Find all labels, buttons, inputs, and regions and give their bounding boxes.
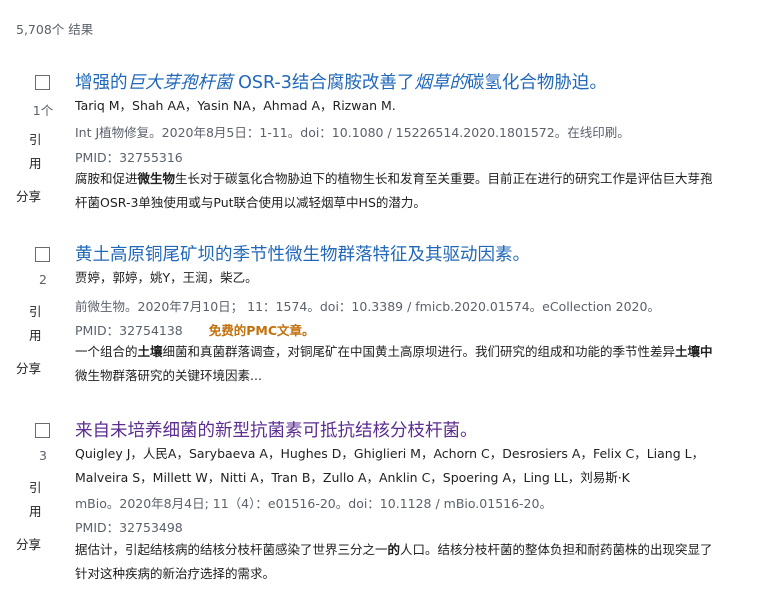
article-title-link[interactable]: 来自未培养细菌的新型抗菌素可抵抗结核分枝杆菌。 [75,420,478,442]
text-segment: 碳氢化合物胁迫。 [466,73,607,93]
article-snippet: 腐胺和促进微生物生长对于碳氢化合物胁迫下的植物生长和发育至关重要。目前正在进行的… [75,167,725,215]
text-segment: 增强的 [75,73,128,93]
cite-button[interactable]: 引用 [29,128,45,176]
article-citation: mBio。2020年8月4日; 11（4）：e01516-20。doi：10.1… [75,496,552,511]
text-segment: 据估计，引起结核病的结核分枝杆菌感染了世界三分之一 [75,542,388,557]
text-segment: 腐胺和促进 [75,171,138,186]
highlight-text: 微生物 [137,171,176,186]
pmid-text: PMID：32754138 [75,323,183,338]
text-segment: OSR-3结合腐胺改善了 [232,73,415,93]
cite-button[interactable]: 引用 [29,300,45,348]
result-number: 1个 [32,103,54,118]
select-checkbox[interactable] [35,423,50,438]
pmid-text: PMID：32755316 [75,150,183,165]
share-button[interactable]: 分享 [16,186,41,205]
highlight-text: 土壤中 [675,344,713,359]
cite-button[interactable]: 引用 [29,476,45,524]
share-button[interactable]: 分享 [16,534,41,553]
text-segment: 一个组合的 [75,344,138,359]
pmid-text: PMID：32753498 [75,520,183,535]
highlight-text: 的 [387,542,401,557]
article-authors: 贾婷，郭婷，姚Y，王润，柴乙。 [75,270,258,285]
result-number: 2 [39,272,47,287]
select-checkbox[interactable] [35,247,50,262]
article-pmid: PMID：32754138 免费的PMC文章。 [75,320,315,339]
text-segment: 黄土高原铜尾矿坝的季节性微生物群落特征及其驱动因素。 [75,245,530,265]
article-pmid: PMID：32755316 [75,147,183,166]
text-segment: 微生物群落研究的关键环境因素... [75,368,262,383]
article-title-link[interactable]: 增强的巨大芽孢杆菌 OSR-3结合腐胺改善了烟草的碳氢化合物胁迫。 [75,72,607,94]
article-authors: Quigley J，人民A，Sarybaeva A，Hughes D，Ghigl… [75,446,705,485]
article-snippet: 一个组合的土壤细菌和真菌群落调查，对铜尾矿在中国黄土高原坝进行。我们研究的组成和… [75,340,725,388]
text-segment: 来自未培养细菌的新型抗菌素可抵抗结核分枝杆菌。 [75,421,478,441]
text-segment: 细菌和真菌群落调查，对铜尾矿在中国黄土高原坝进行。我们研究的组成和功能的季节性差… [162,344,676,359]
share-button[interactable]: 分享 [16,358,41,377]
italic-text: 烟草的 [414,73,467,93]
results-count: 5,708个 结果 [16,22,94,37]
article-pmid: PMID：32753498 [75,517,183,536]
free-pmc-badge[interactable]: 免费的PMC文章。 [209,323,315,338]
article-snippet: 据估计，引起结核病的结核分枝杆菌感染了世界三分之一的人口。结核分枝杆菌的整体负担… [75,538,725,586]
article-title-link[interactable]: 黄土高原铜尾矿坝的季节性微生物群落特征及其驱动因素。 [75,244,530,266]
result-number: 3 [39,448,47,463]
highlight-text: 土壤 [137,344,163,359]
italic-text: 巨大芽孢杆菌 [127,73,233,93]
article-citation: Int J植物修复。2020年8月5日：1-11。doi：10.1080 / 1… [75,125,630,140]
select-checkbox[interactable] [35,75,50,90]
article-citation: 前微生物。2020年7月10日； 11：1574。doi：10.3389 / f… [75,299,660,314]
article-authors: Tariq M，Shah AA，Yasin NA，Ahmad A，Rizwan … [75,98,396,113]
